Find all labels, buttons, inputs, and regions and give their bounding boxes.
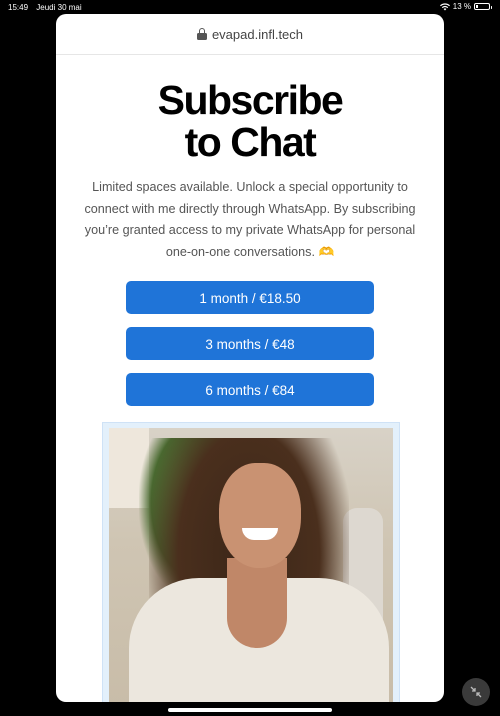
minimize-arrows-icon[interactable] <box>462 678 490 706</box>
profile-photo <box>109 428 393 702</box>
minimize-arrows-glyph <box>470 686 482 698</box>
status-date: Jeudi 30 mai <box>36 3 82 12</box>
page-title: Subscribe to Chat <box>56 79 444 163</box>
wifi-icon <box>439 2 450 10</box>
status-time: 15:49 <box>8 3 29 12</box>
plan-button-1-month[interactable]: 1 month / €18.50 <box>126 281 374 314</box>
status-left: 15:49 Jeudi 30 mai <box>8 3 88 12</box>
home-indicator[interactable] <box>168 708 332 712</box>
status-bar: 15:49 Jeudi 30 mai 13 % <box>0 0 500 14</box>
plan-list: 1 month / €18.50 3 months / €48 6 months… <box>56 281 444 406</box>
battery-text: 13 % <box>452 2 471 11</box>
lock-icon <box>196 28 207 40</box>
title-line-1: Subscribe <box>157 77 344 123</box>
browser-sheet: evapad.infl.tech Subscribe to Chat Limit… <box>56 14 444 702</box>
plan-button-6-months[interactable]: 6 months / €84 <box>126 373 374 406</box>
battery-fill <box>476 5 478 8</box>
url-text: evapad.infl.tech <box>211 26 304 42</box>
plan-button-3-months[interactable]: 3 months / €48 <box>126 327 374 360</box>
description-text: Limited spaces available. Unlock a speci… <box>84 180 416 259</box>
profile-photo-frame <box>102 422 400 702</box>
status-right: 13 % <box>439 2 492 11</box>
battery-icon <box>474 3 492 10</box>
title-line-2: to Chat <box>184 119 317 165</box>
url-bar[interactable]: evapad.infl.tech <box>56 14 444 55</box>
